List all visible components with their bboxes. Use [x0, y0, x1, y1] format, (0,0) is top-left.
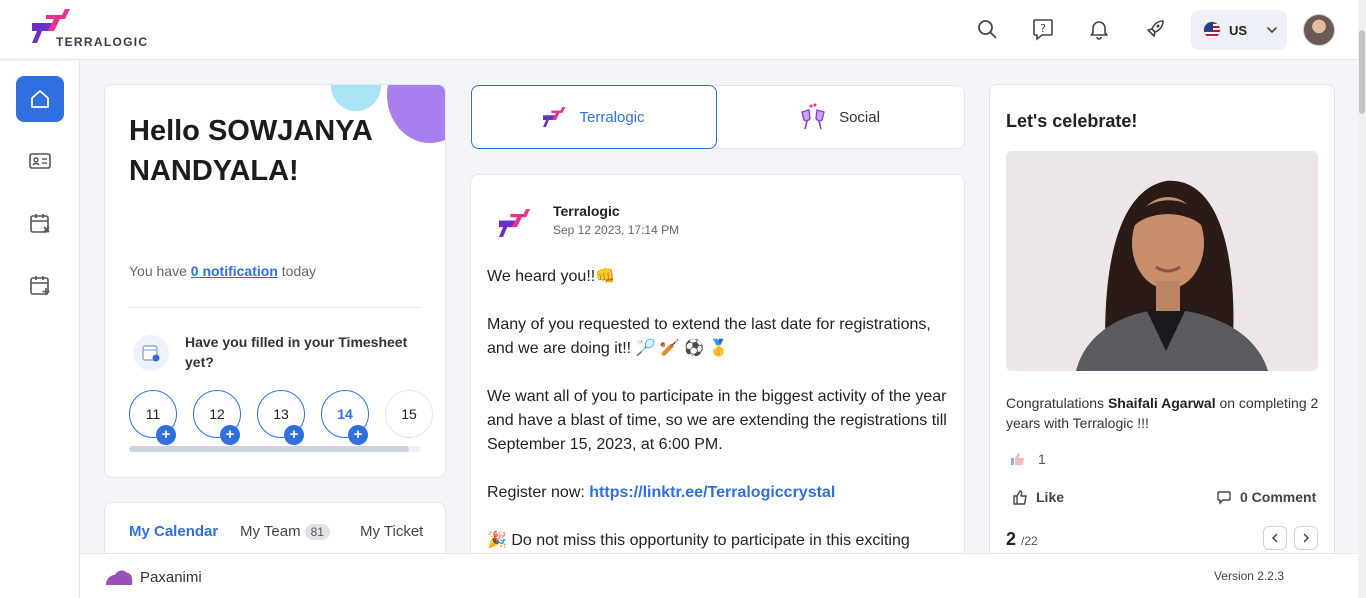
- like-count: 1: [1038, 451, 1046, 467]
- brand-name: TERRALOGIC: [56, 35, 149, 49]
- decorative-blob: [387, 85, 445, 143]
- sidebar-item-profile[interactable]: [16, 138, 64, 184]
- tab-my-team[interactable]: My Team 81: [240, 523, 330, 540]
- timesheet-question: Have you filled in your Timesheet yet?: [185, 334, 408, 370]
- post-paragraph: We heard you!!👊: [487, 268, 616, 285]
- carousel-pager: 2 /22: [1006, 529, 1038, 550]
- home-icon: [31, 90, 49, 108]
- tab-my-ticket[interactable]: My Ticket: [360, 523, 423, 540]
- terralogic-logo-mark-icon: [543, 107, 566, 127]
- team-count-badge: 81: [304, 524, 330, 540]
- next-button[interactable]: [1294, 526, 1318, 550]
- post-paragraph: Many of you requested to extend the last…: [487, 316, 931, 357]
- id-card-icon: [29, 153, 51, 169]
- page-total: /22: [1021, 534, 1038, 548]
- terralogic-logo[interactable]: TERRALOGIC: [32, 9, 152, 49]
- add-timesheet-button[interactable]: +: [156, 425, 176, 445]
- days-scrollbar[interactable]: [129, 446, 421, 452]
- us-flag-icon: [1203, 21, 1221, 39]
- celebrate-message: Congratulations Shaifali Agarwal on comp…: [1006, 395, 1319, 431]
- sidebar-item-add-leave[interactable]: [16, 262, 64, 308]
- comment-button[interactable]: 0 Comment: [1216, 489, 1316, 505]
- divider: [129, 307, 421, 308]
- notification-summary: You have 0 notification today: [129, 263, 317, 279]
- reaction-summary: 1: [1010, 451, 1046, 467]
- timesheet-day[interactable]: 11 +: [129, 390, 177, 445]
- timesheet-day-selected[interactable]: 14 +: [321, 390, 369, 445]
- tab-social-label: Social: [839, 108, 880, 126]
- like-reaction-icon: [1011, 453, 1024, 465]
- post-paragraph: 🎉 Do not miss this opportunity to partic…: [487, 532, 910, 549]
- page-scrollbar[interactable]: [1358, 0, 1366, 598]
- add-timesheet-button[interactable]: +: [348, 425, 368, 445]
- calendar-plus-icon: [30, 276, 50, 295]
- thumbs-up-icon: [1013, 490, 1027, 505]
- bell-icon[interactable]: [1085, 15, 1113, 43]
- timesheet-day[interactable]: 15: [385, 390, 433, 438]
- paxanimi-brand: Paxanimi: [104, 567, 202, 587]
- footer: Paxanimi Version 2.2.3: [80, 553, 1358, 598]
- terralogic-logo-mark-icon: [499, 209, 531, 237]
- post-paragraph: We want all of you to participate in the…: [487, 388, 947, 453]
- post-body: We heard you!!👊 Many of you requested to…: [487, 265, 947, 577]
- celebrate-title: Let's celebrate!: [1006, 111, 1138, 131]
- version-label: Version 2.2.3: [1213, 569, 1284, 583]
- register-link[interactable]: https://linktr.ee/Terralogiccrystal: [589, 484, 835, 501]
- user-avatar[interactable]: [1303, 14, 1335, 46]
- calendar-x-icon: [30, 214, 50, 233]
- decorative-blob: [331, 85, 381, 111]
- days-scrollbar-thumb[interactable]: [129, 446, 409, 452]
- page-scrollbar-thumb[interactable]: [1359, 30, 1365, 114]
- chevron-down-icon: [1267, 27, 1277, 34]
- add-timesheet-button[interactable]: +: [284, 425, 304, 445]
- svg-text:?: ?: [1040, 22, 1046, 35]
- timesheet-icon: [133, 335, 169, 371]
- timesheet-day[interactable]: 13 +: [257, 390, 305, 445]
- rocket-icon[interactable]: [1141, 15, 1169, 43]
- language-selector[interactable]: US: [1191, 10, 1287, 50]
- celebrant-photo: [1006, 151, 1318, 371]
- help-chat-icon[interactable]: ?: [1029, 15, 1057, 43]
- sidebar: [0, 61, 80, 598]
- language-label: US: [1229, 22, 1248, 38]
- celebrate-card: Let's celebrate! Congratulations Shaifal…: [989, 84, 1335, 584]
- welcome-card: Hello SOWJANYA NANDYALA! You have 0 noti…: [104, 84, 446, 478]
- sidebar-item-home[interactable]: [16, 76, 64, 122]
- search-icon[interactable]: [973, 15, 1001, 43]
- greeting-title: Hello SOWJANYA NANDYALA!: [129, 115, 372, 187]
- cheers-icon: [801, 103, 825, 130]
- tab-my-calendar[interactable]: My Calendar: [129, 523, 218, 540]
- paxanimi-logo-icon: [106, 570, 133, 585]
- feed-post: Terralogic Sep 12 2023, 17:14 PM We hear…: [470, 174, 965, 584]
- tab-terralogic-label: Terralogic: [579, 108, 645, 126]
- top-bar: TERRALOGIC ? US: [0, 0, 1358, 60]
- notification-link[interactable]: 0 notification: [191, 263, 278, 279]
- chevron-right-icon: [1303, 533, 1310, 543]
- post-paragraph: Register now: https://linktr.ee/Terralog…: [487, 484, 836, 501]
- timesheet-day[interactable]: 12 +: [193, 390, 241, 445]
- like-button[interactable]: Like: [1012, 489, 1064, 505]
- tab-terralogic[interactable]: Terralogic: [471, 85, 717, 149]
- add-timesheet-button[interactable]: +: [220, 425, 240, 445]
- post-date: Sep 12 2023, 17:14 PM: [553, 223, 680, 237]
- sidebar-item-leave[interactable]: [16, 200, 64, 246]
- current-page: 2: [1006, 529, 1017, 549]
- post-author: Terralogic: [553, 203, 620, 219]
- tab-social[interactable]: Social: [712, 85, 965, 149]
- celebrant-name: Shaifali Agarwal: [1107, 395, 1216, 411]
- previous-button[interactable]: [1263, 526, 1287, 550]
- chevron-left-icon: [1271, 533, 1278, 543]
- comment-icon: [1217, 491, 1231, 505]
